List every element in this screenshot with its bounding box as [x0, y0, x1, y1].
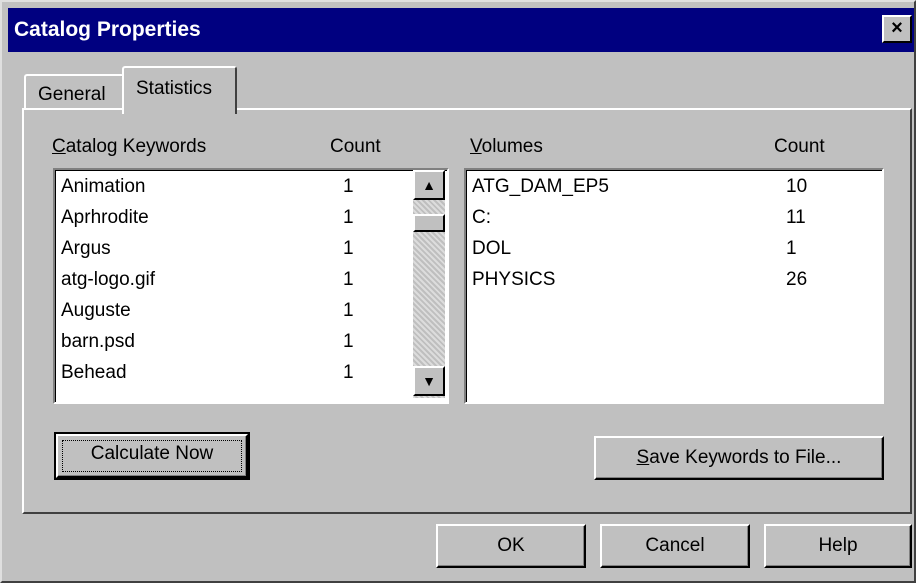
volumes-header-mnemonic: V — [470, 136, 482, 157]
volume-name: DOL — [472, 238, 512, 259]
save-keywords-button[interactable]: Save Keywords to File... — [594, 436, 884, 480]
keyword-name: Argus — [61, 238, 111, 259]
keywords-count-header: Count — [330, 136, 381, 157]
keywords-scrollbar[interactable]: ▲ ▼ — [413, 170, 445, 398]
keyword-name: Auguste — [61, 300, 131, 321]
keyword-count: 1 — [343, 331, 354, 352]
keyword-count: 1 — [343, 362, 354, 383]
volume-count: 11 — [786, 207, 806, 228]
keyword-name: atg-logo.gif — [61, 269, 156, 290]
statistics-panel: Catalog Keywords Count Volumes Count Ani… — [22, 108, 912, 514]
volumes-list[interactable]: ATG_DAM_EP5 10 C: 11 DOL 1 PHYSICS 26 — [464, 168, 884, 404]
keyword-name: Behead — [61, 362, 127, 383]
catalog-properties-dialog: Catalog Properties × General Statistics … — [0, 0, 916, 583]
calculate-now-button[interactable]: Calculate Now — [54, 432, 250, 480]
keyword-count: 1 — [343, 207, 354, 228]
catalog-keywords-header-text: atalog Keywords — [65, 136, 207, 157]
keyword-count: 1 — [343, 269, 354, 290]
keyword-name: Aprhrodite — [61, 207, 149, 228]
list-item[interactable]: Behead 1 — [61, 357, 411, 388]
catalog-keywords-list[interactable]: Animation 1 Aprhrodite 1 Argus 1 atg-log… — [53, 168, 449, 404]
volume-name: PHYSICS — [472, 269, 556, 290]
help-label: Help — [818, 535, 858, 556]
close-button[interactable]: × — [882, 15, 912, 43]
ok-label: OK — [497, 535, 525, 556]
volumes-count-header: Count — [774, 136, 825, 157]
list-item[interactable]: ATG_DAM_EP5 10 — [472, 171, 872, 202]
help-button[interactable]: Help — [764, 524, 912, 568]
volume-count: 1 — [786, 238, 797, 259]
scroll-down-button[interactable]: ▼ — [413, 366, 445, 396]
window-title: Catalog Properties — [14, 18, 201, 41]
keyword-count: 1 — [343, 300, 354, 321]
volume-count: 26 — [786, 269, 808, 290]
list-item[interactable]: PHYSICS 26 — [472, 264, 872, 295]
save-keywords-mnemonic: S — [636, 447, 650, 468]
keyword-count: 1 — [343, 238, 354, 259]
title-bar[interactable]: Catalog Properties × — [8, 8, 914, 52]
arrow-up-icon: ▲ — [422, 177, 436, 193]
keyword-name: Animation — [61, 176, 146, 197]
volumes-header-text: olumes — [481, 136, 543, 157]
save-keywords-label: ave Keywords to File... — [649, 447, 842, 468]
tab-statistics[interactable]: Statistics — [122, 66, 237, 114]
cancel-button[interactable]: Cancel — [600, 524, 750, 568]
cancel-label: Cancel — [645, 535, 705, 556]
keyword-name: barn.psd — [61, 331, 135, 352]
volume-name: C: — [472, 207, 491, 228]
list-item[interactable]: Aprhrodite 1 — [61, 202, 411, 233]
keyword-count: 1 — [343, 176, 354, 197]
list-item[interactable]: Animation 1 — [61, 171, 411, 202]
arrow-down-icon: ▼ — [422, 373, 436, 389]
list-item[interactable]: Argus 1 — [61, 233, 411, 264]
tab-statistics-label: Statistics — [136, 78, 213, 99]
tab-general[interactable]: General — [24, 74, 124, 110]
list-item[interactable]: DOL 1 — [472, 233, 872, 264]
volume-name: ATG_DAM_EP5 — [472, 176, 609, 197]
volume-count: 10 — [786, 176, 808, 197]
list-item[interactable]: C: 11 — [472, 202, 872, 233]
focus-rectangle — [62, 440, 242, 472]
list-item[interactable]: barn.psd 1 — [61, 326, 411, 357]
catalog-keywords-header-mnemonic: C — [52, 136, 66, 157]
ok-button[interactable]: OK — [436, 524, 586, 568]
catalog-keywords-header: Catalog Keywords — [52, 136, 206, 158]
list-item[interactable]: Auguste 1 — [61, 295, 411, 326]
volumes-header: Volumes — [470, 136, 543, 158]
list-item[interactable]: atg-logo.gif 1 — [61, 264, 411, 295]
tab-general-label: General — [38, 84, 106, 105]
scroll-thumb[interactable] — [413, 214, 445, 232]
scroll-up-button[interactable]: ▲ — [413, 170, 445, 200]
close-icon: × — [891, 17, 903, 39]
